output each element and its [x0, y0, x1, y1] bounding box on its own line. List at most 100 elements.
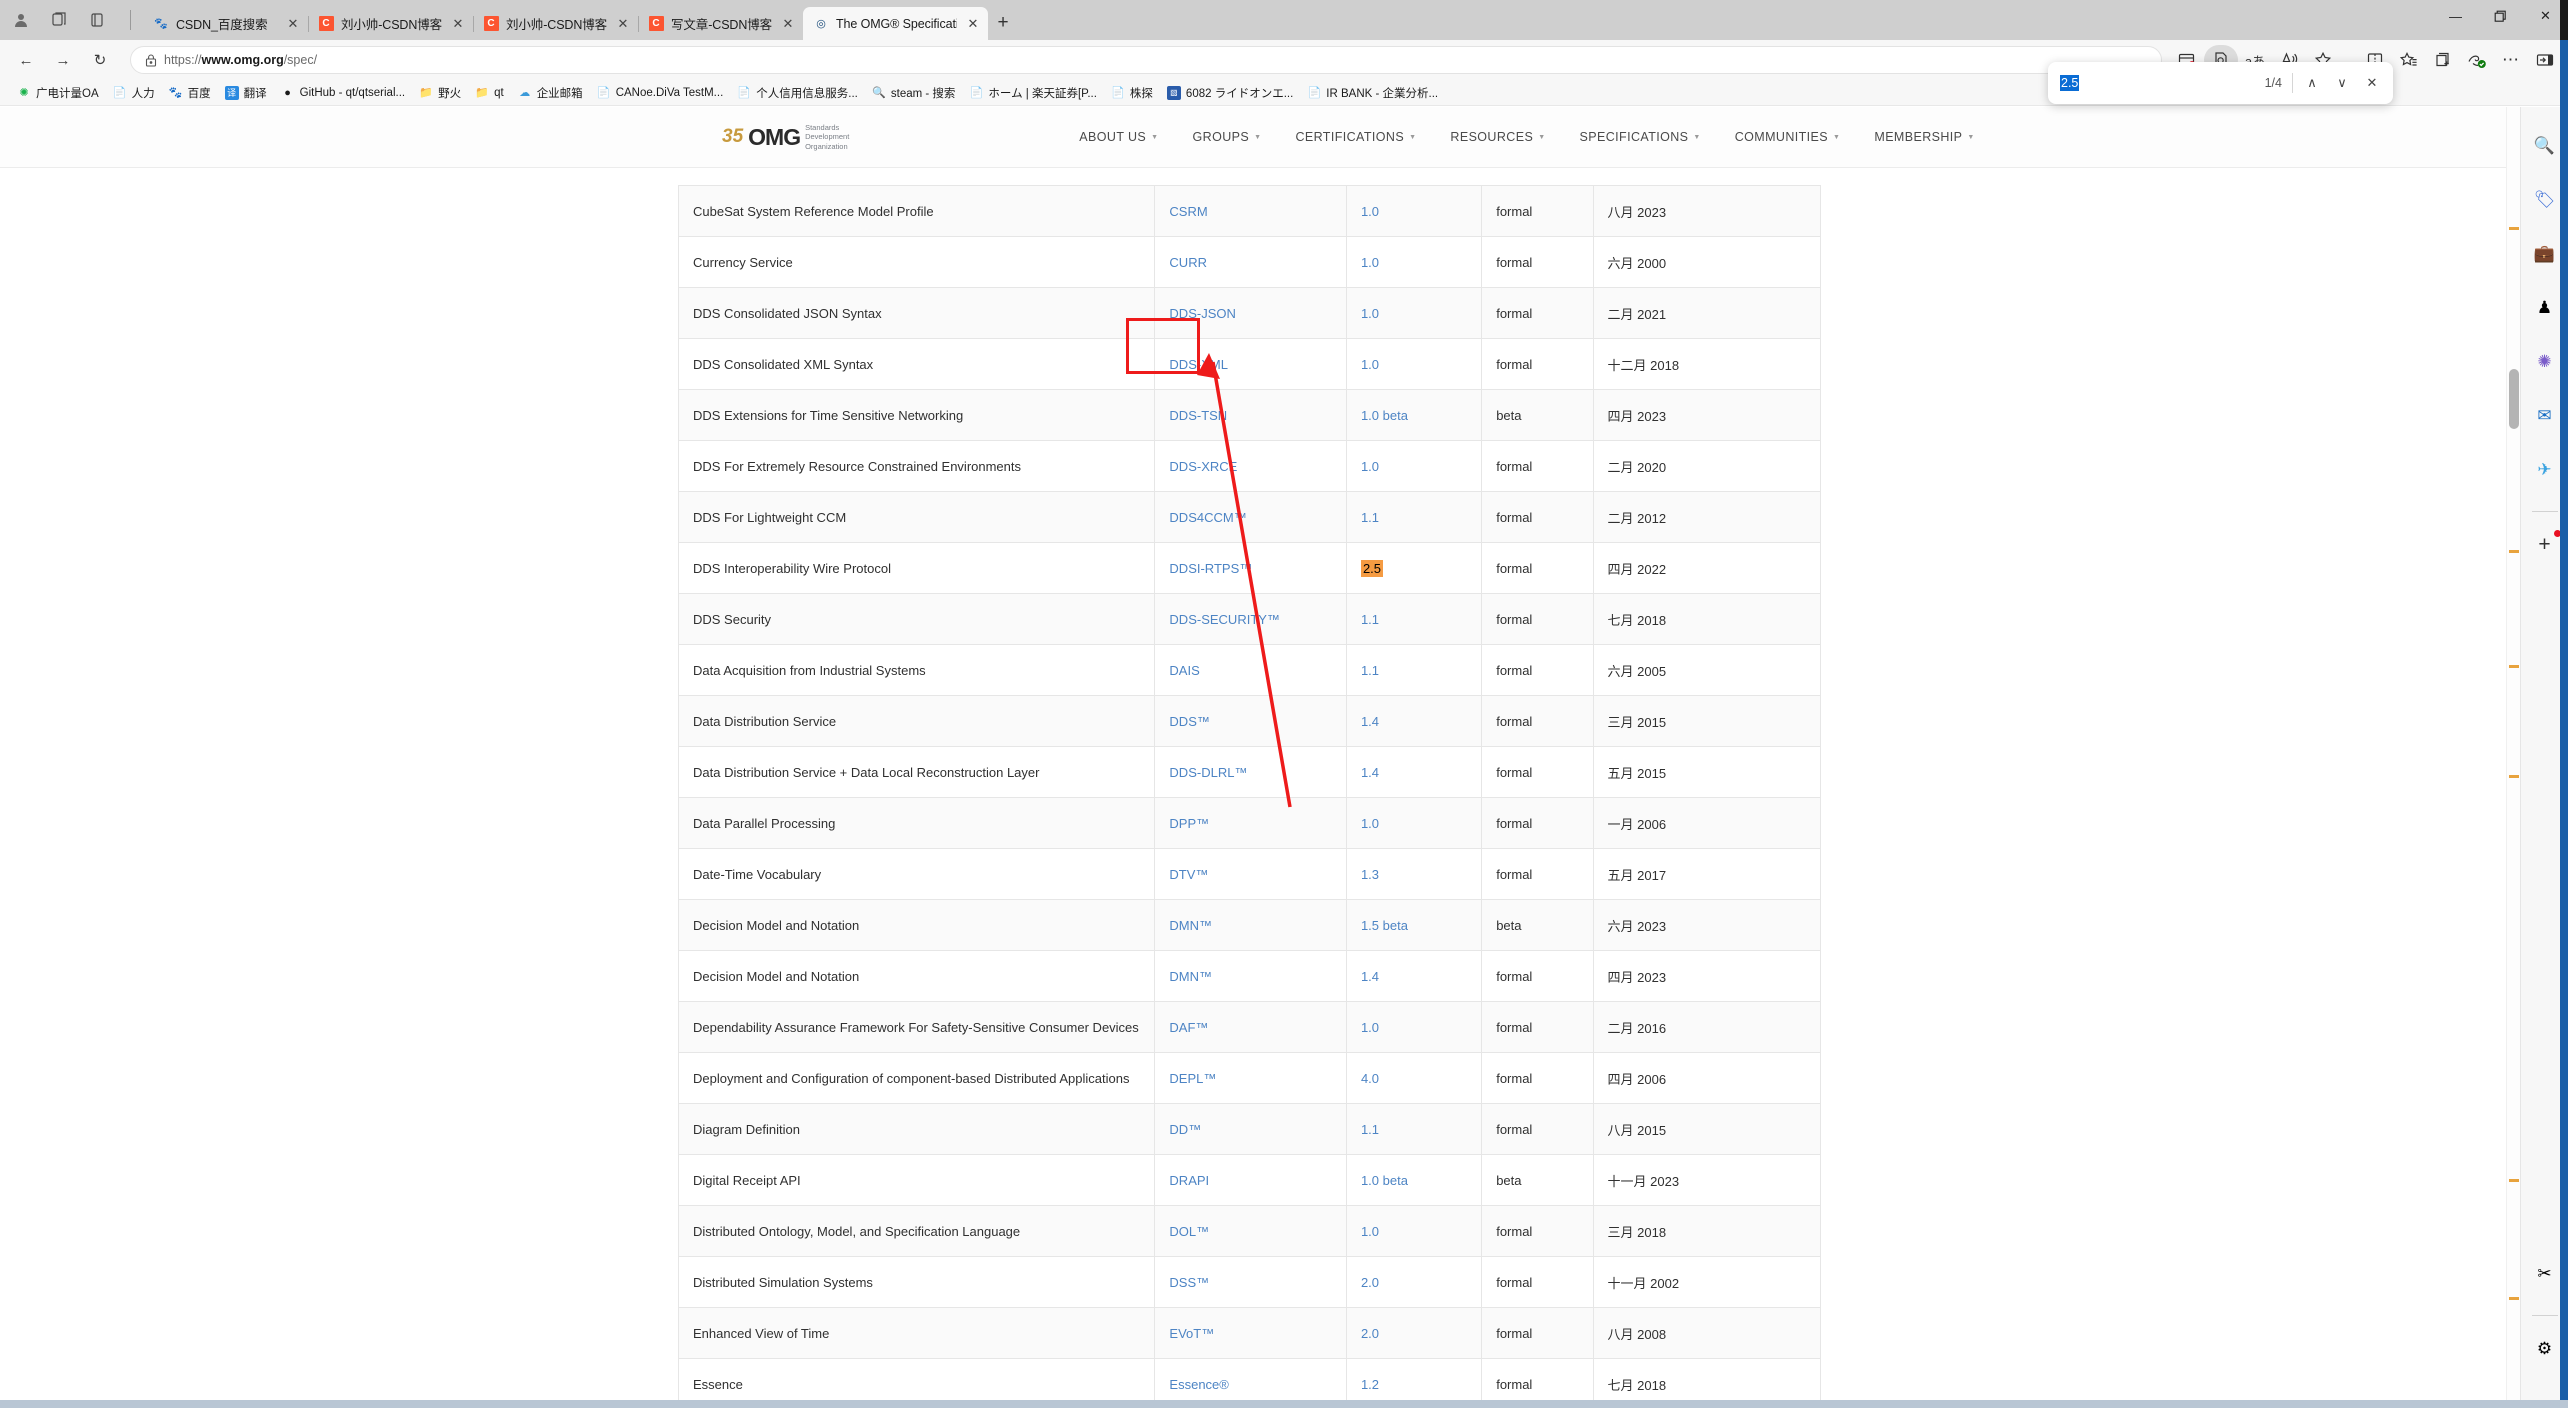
browser-tab[interactable]: C 刘小帅-CSDN博客 ✕ [473, 7, 639, 40]
spec-version-cell[interactable]: 1.4 [1345, 950, 1483, 1002]
spec-version-link[interactable]: 1.0 [1361, 459, 1379, 474]
settings-gear-icon[interactable]: ⚙ [2528, 1332, 2562, 1366]
spec-acronym-cell[interactable]: DDS-XRCE [1154, 440, 1347, 492]
tab-close-icon[interactable]: ✕ [449, 15, 467, 33]
minimize-button[interactable]: — [2433, 0, 2478, 32]
shopping-tag-icon[interactable]: 🏷 [2528, 183, 2562, 217]
nav-item-about-us[interactable]: ABOUT US ▼ [1079, 130, 1158, 144]
find-input[interactable]: 2.5 [2060, 75, 2265, 91]
back-button[interactable]: ← [10, 44, 42, 76]
spec-acronym-cell[interactable]: EVoT™ [1154, 1307, 1347, 1359]
nav-item-communities[interactable]: COMMUNITIES ▼ [1735, 130, 1841, 144]
profile-icon[interactable] [10, 9, 32, 31]
nav-item-groups[interactable]: GROUPS ▼ [1193, 130, 1262, 144]
bookmark-item[interactable]: 🔍 steam - 搜索 [865, 83, 963, 103]
bookmark-item[interactable]: ☁ 企业邮箱 [511, 83, 590, 103]
bookmark-item[interactable]: ✺ 广电计量OA [10, 83, 106, 103]
spec-version-link[interactable]: 1.1 [1361, 1122, 1379, 1137]
spec-version-link[interactable]: 1.1 [1361, 510, 1379, 525]
spec-version-link[interactable]: 1.3 [1361, 867, 1379, 882]
spec-version-cell[interactable]: 1.0 [1345, 338, 1483, 390]
spec-version-cell[interactable]: 1.1 [1345, 491, 1483, 543]
spec-acronym-link[interactable]: EVoT™ [1169, 1326, 1214, 1341]
collections-icon[interactable] [2426, 45, 2460, 75]
find-next-button[interactable]: ∨ [2327, 68, 2357, 98]
spec-acronym-link[interactable]: Essence® [1169, 1377, 1228, 1392]
spec-acronym-link[interactable]: DDS4CCM™ [1169, 510, 1246, 525]
spec-version-cell[interactable]: 2.5 [1345, 542, 1483, 594]
games-icon[interactable]: ♟ [2528, 291, 2562, 325]
spec-acronym-cell[interactable]: DDS-TSN [1154, 389, 1347, 441]
spec-acronym-link[interactable]: DDS-SECURITY™ [1169, 612, 1280, 627]
tab-close-icon[interactable]: ✕ [614, 15, 632, 33]
address-bar[interactable]: https://www.omg.org/spec/ [130, 46, 2162, 74]
bookmark-item[interactable]: 📄 IR BANK - 企業分析... [1300, 83, 1445, 103]
spec-version-link[interactable]: 4.0 [1361, 1071, 1379, 1086]
spec-acronym-cell[interactable]: CSRM [1154, 185, 1347, 237]
bookmark-item[interactable]: 📄 ホーム | 楽天証券[P... [962, 83, 1104, 103]
browser-tab[interactable]: C 写文章-CSDN博客 ✕ [638, 7, 803, 40]
bookmark-item[interactable]: ▧ 6082 ライドオンエ... [1160, 83, 1300, 103]
spec-acronym-link[interactable]: DOL™ [1169, 1224, 1209, 1239]
bookmark-item[interactable]: 📄 人力 [106, 83, 162, 103]
spec-acronym-link[interactable]: DAIS [1169, 663, 1199, 678]
spec-acronym-cell[interactable]: DDS-SECURITY™ [1154, 593, 1347, 645]
spec-version-link[interactable]: 1.0 [1361, 255, 1379, 270]
spec-version-link[interactable]: 2.0 [1361, 1275, 1379, 1290]
spec-version-cell[interactable]: 1.0 [1345, 1001, 1483, 1053]
spec-acronym-link[interactable]: DDS™ [1169, 714, 1209, 729]
spec-version-cell[interactable]: 1.4 [1345, 746, 1483, 798]
bookmark-folder[interactable]: 📁 野火 [412, 83, 468, 103]
spec-acronym-cell[interactable]: DRAPI [1154, 1154, 1347, 1206]
spec-version-cell[interactable]: 1.1 [1345, 644, 1483, 696]
nav-item-specifications[interactable]: SPECIFICATIONS ▼ [1580, 130, 1701, 144]
find-previous-button[interactable]: ∧ [2297, 68, 2327, 98]
spec-version-link[interactable]: 1.1 [1361, 663, 1379, 678]
spec-version-link[interactable]: 2.0 [1361, 1326, 1379, 1341]
spec-acronym-link[interactable]: DDS-TSN [1169, 408, 1227, 423]
spec-version-cell[interactable]: 1.0 [1345, 185, 1483, 237]
spec-acronym-cell[interactable]: DD™ [1154, 1103, 1347, 1155]
spec-acronym-cell[interactable]: CURR [1154, 236, 1347, 288]
spec-acronym-link[interactable]: DEPL™ [1169, 1071, 1216, 1086]
spec-version-cell[interactable]: 4.0 [1345, 1052, 1483, 1104]
tab-close-icon[interactable]: ✕ [779, 15, 797, 33]
spec-acronym-link[interactable]: DSS™ [1169, 1275, 1209, 1290]
spec-version-link[interactable]: 1.2 [1361, 1377, 1379, 1392]
settings-more-icon[interactable]: ⋯ [2494, 45, 2528, 75]
browser-tab-active[interactable]: ◎ The OMG® Specifications Catalo ✕ [803, 7, 988, 40]
add-icon[interactable]: + [2528, 528, 2562, 562]
spec-version-cell[interactable]: 2.0 [1345, 1307, 1483, 1359]
spec-acronym-link[interactable]: DTV™ [1169, 867, 1208, 882]
spec-acronym-link[interactable]: DPP™ [1169, 816, 1209, 831]
spec-acronym-link[interactable]: DDSI-RTPS™ [1169, 561, 1252, 576]
refresh-button[interactable]: ↻ [84, 44, 116, 76]
spec-version-link[interactable]: 1.0 beta [1361, 1173, 1408, 1188]
spec-version-cell[interactable]: 1.3 [1345, 848, 1483, 900]
spec-version-cell[interactable]: 1.0 [1345, 1205, 1483, 1257]
bookmark-item[interactable]: 译 翻译 [218, 83, 274, 103]
forward-button[interactable]: → [47, 44, 79, 76]
vertical-tabs-icon[interactable] [86, 9, 108, 31]
search-icon[interactable]: 🔍 [2528, 129, 2562, 163]
spec-version-cell[interactable]: 1.0 [1345, 236, 1483, 288]
bookmark-item[interactable]: 📄 株探 [1104, 83, 1160, 103]
screenshot-icon[interactable]: ✂ [2528, 1257, 2562, 1291]
spec-version-cell[interactable]: 1.0 [1345, 440, 1483, 492]
spec-acronym-cell[interactable]: DMN™ [1154, 899, 1347, 951]
spec-version-link[interactable]: 1.0 [1361, 357, 1379, 372]
spec-acronym-cell[interactable]: DOL™ [1154, 1205, 1347, 1257]
spec-acronym-link[interactable]: DAF™ [1169, 1020, 1208, 1035]
spec-acronym-cell[interactable]: DDS-XML [1154, 338, 1347, 390]
spec-version-cell[interactable]: 1.0 [1345, 797, 1483, 849]
find-close-button[interactable]: ✕ [2357, 68, 2387, 98]
spec-acronym-cell[interactable]: DDSI-RTPS™ [1154, 542, 1347, 594]
spec-version-link-highlighted[interactable]: 2.5 [1360, 559, 1384, 577]
spec-version-cell[interactable]: 1.0 beta [1345, 389, 1483, 441]
spec-acronym-cell[interactable]: DPP™ [1154, 797, 1347, 849]
spec-version-link[interactable]: 1.1 [1361, 612, 1379, 627]
spec-acronym-cell[interactable]: DEPL™ [1154, 1052, 1347, 1104]
nav-item-certifications[interactable]: CERTIFICATIONS ▼ [1295, 130, 1416, 144]
tab-close-icon[interactable]: ✕ [964, 15, 982, 33]
spec-acronym-cell[interactable]: DDS4CCM™ [1154, 491, 1347, 543]
